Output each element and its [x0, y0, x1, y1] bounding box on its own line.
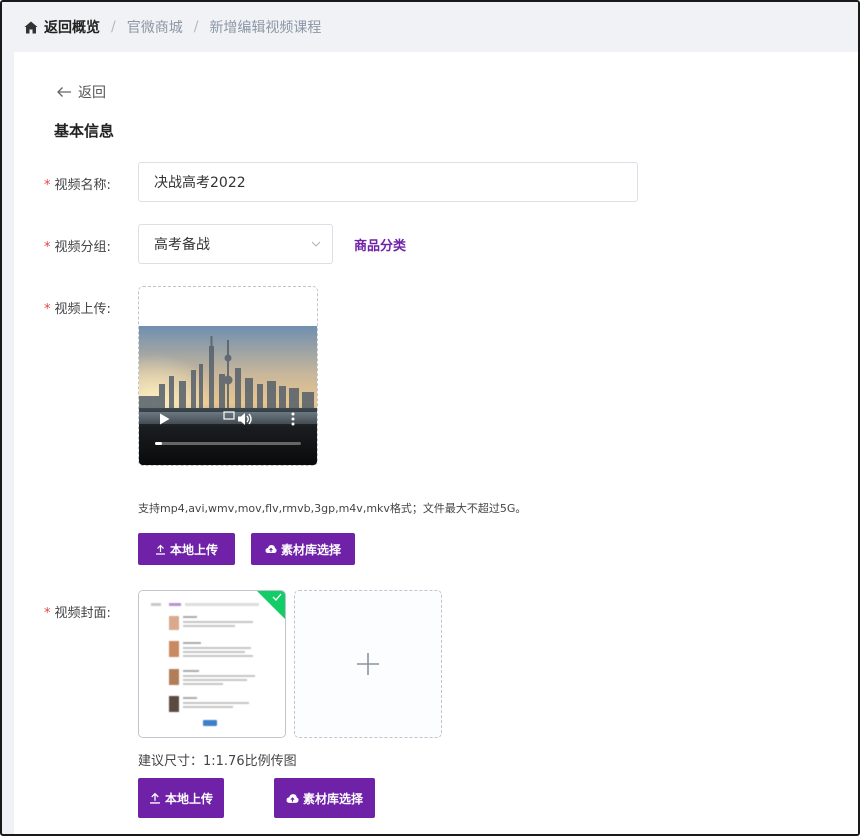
- cover-thumbnail[interactable]: [138, 590, 286, 738]
- video-local-upload-button[interactable]: 本地上传: [138, 533, 235, 565]
- required-mark: *: [44, 178, 51, 193]
- upload-icon: [155, 544, 165, 555]
- chevron-down-icon: [311, 241, 321, 247]
- product-category-link[interactable]: 商品分类: [354, 235, 406, 254]
- add-cover-button[interactable]: [294, 590, 442, 738]
- back-label: 返回: [78, 85, 106, 101]
- play-icon[interactable]: [159, 413, 170, 425]
- section-title: 基本信息: [54, 122, 115, 140]
- cover-local-upload-label: 本地上传: [164, 791, 213, 806]
- breadcrumb: 返回概览 / 官微商城 / 新增编辑视频课程: [2, 2, 858, 52]
- video-group-select[interactable]: 高考备战: [138, 224, 333, 264]
- video-group-label: * 视频分组:: [44, 236, 111, 255]
- home-icon: [24, 21, 38, 33]
- breadcrumb-item-current: 新增编辑视频课程: [209, 20, 322, 36]
- video-upload-label-text: 视频上传:: [54, 302, 111, 317]
- video-group-value: 高考备战: [154, 237, 210, 253]
- required-mark: *: [44, 240, 51, 255]
- video-upload-label: * 视频上传:: [44, 298, 111, 317]
- breadcrumb-separator: /: [111, 19, 116, 35]
- video-controls: [139, 407, 317, 465]
- video-progress-fill: [155, 442, 163, 445]
- video-group-label-text: 视频分组:: [54, 240, 111, 255]
- plus-icon: [357, 653, 379, 675]
- breadcrumb-separator: /: [193, 19, 199, 35]
- cover-library-button[interactable]: 素材库选择: [274, 778, 375, 818]
- required-mark: *: [44, 302, 51, 317]
- video-name-input[interactable]: 决战高考2022: [138, 162, 638, 202]
- cover-size-hint: 建议尺寸：1:1.76比例传图: [138, 754, 297, 769]
- back-link[interactable]: 返回: [56, 82, 106, 102]
- video-name-label-text: 视频名称:: [54, 178, 111, 193]
- cover-library-label: 素材库选择: [302, 791, 363, 806]
- upload-icon: [150, 792, 160, 804]
- app-window: 返回概览 / 官微商城 / 新增编辑视频课程 返回 基本信息 * 视频名称: 决战…: [0, 0, 860, 836]
- breadcrumb-home[interactable]: 返回概览: [24, 17, 100, 37]
- video-cover-label-text: 视频封面:: [54, 606, 111, 621]
- video-library-label: 素材库选择: [280, 542, 341, 557]
- more-vertical-icon[interactable]: [291, 412, 295, 426]
- video-name-value: 决战高考2022: [154, 175, 246, 191]
- arrow-left-icon: [57, 87, 71, 97]
- volume-icon[interactable]: [237, 412, 253, 426]
- cloud-upload-icon: [286, 793, 299, 803]
- video-local-upload-label: 本地上传: [169, 542, 218, 557]
- video-preview[interactable]: [138, 286, 318, 466]
- video-format-hint: 支持mp4,avi,wmv,mov,flv,rmvb,3gp,m4v,mkv格式…: [138, 502, 527, 515]
- cloud-upload-icon: [265, 545, 277, 553]
- form-card: 返回 基本信息 * 视频名称: 决战高考2022 * 视频分组: 高考备战 商品分类…: [14, 52, 858, 834]
- cast-icon[interactable]: [223, 411, 235, 421]
- breadcrumb-home-label: 返回概览: [44, 20, 100, 36]
- check-icon: [272, 593, 282, 601]
- video-library-button[interactable]: 素材库选择: [251, 533, 355, 565]
- required-mark: *: [44, 606, 51, 621]
- video-progress-bar[interactable]: [155, 442, 301, 445]
- video-name-label: * 视频名称:: [44, 174, 111, 193]
- video-cover-label: * 视频封面:: [44, 602, 111, 621]
- breadcrumb-item-mall[interactable]: 官微商城: [127, 17, 183, 37]
- cover-local-upload-button[interactable]: 本地上传: [138, 778, 224, 818]
